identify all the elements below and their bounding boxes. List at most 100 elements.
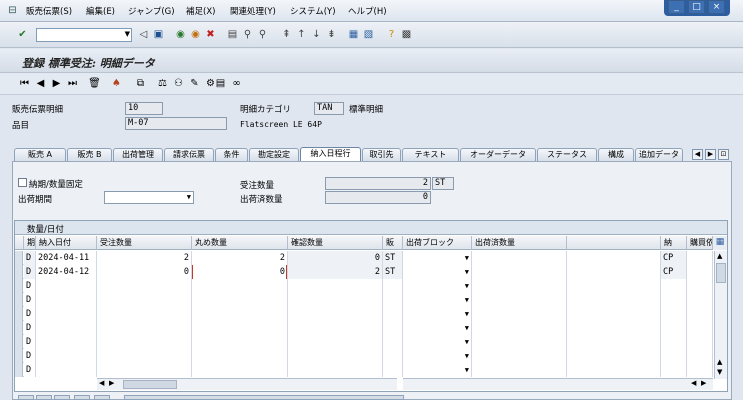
menu-app-icon[interactable]: ⊟ [6,4,19,17]
maximize-icon[interactable]: □ [688,0,705,14]
row-selector[interactable] [15,363,23,377]
menu-environment[interactable]: 関連処理(Y) [230,5,276,17]
cell-delivery-date[interactable] [36,307,97,321]
cell-type[interactable]: D [24,293,36,307]
chevron-down-icon[interactable]: ▼ [187,192,191,203]
cell-type[interactable]: D [24,335,36,349]
cell-round-qty[interactable] [192,363,288,377]
bottom-button-1[interactable] [18,395,34,400]
cell-delivered-qty[interactable] [472,335,567,349]
scroll-bottom-icon[interactable]: ▼ [717,368,722,376]
cell-category[interactable] [661,321,687,335]
table-row[interactable]: D 2024-04-12 0 0 2 ST ▼ CP [15,265,713,279]
row-selector[interactable] [15,349,23,363]
cell-order-qty[interactable] [97,293,192,307]
scroll-right-small-icon[interactable]: ▶ [109,379,114,387]
cell-conf-qty[interactable] [288,321,383,335]
chevron-down-icon[interactable]: ▼ [465,363,469,377]
print-icon[interactable]: ▤ [226,28,239,41]
col-header-category[interactable]: 納 [661,236,687,250]
row-selector[interactable] [15,335,23,349]
table-row[interactable]: D 2024-04-11 2 2 0 ST ▼ CP [15,251,713,265]
table-row[interactable]: D ▼ [15,293,713,307]
scroll-left-icon[interactable]: ◀ [99,379,104,387]
col-header-conf-qty[interactable]: 確認数量 [288,236,383,250]
cell-sales-unit[interactable]: ST [383,265,403,279]
cell-round-qty[interactable] [192,335,288,349]
minimize-icon[interactable]: _ [668,0,685,14]
cell-conf-qty[interactable]: 0 [288,251,383,265]
row-selector[interactable] [15,307,23,321]
next-item-icon[interactable]: ▶ [50,77,63,90]
cell-category[interactable] [661,335,687,349]
cell-delivered-qty[interactable] [472,321,567,335]
col-header-type[interactable]: 期 [24,236,36,250]
row-selector[interactable] [15,321,23,335]
cell-conf-qty[interactable]: 2 [288,265,383,279]
cell-sales-unit[interactable]: ST [383,251,403,265]
cell-purchase-req[interactable] [687,363,713,377]
last-page-icon[interactable]: ⇟ [325,28,338,41]
scroll-up-icon[interactable]: ▲ [717,252,722,260]
first-page-icon[interactable]: ⇞ [280,28,293,41]
cell-delivery-block[interactable]: ▼ [403,279,472,293]
category-field[interactable]: TAN [314,102,344,115]
row-selector[interactable] [15,279,23,293]
table-row[interactable]: D ▼ [15,335,713,349]
chevron-down-icon[interactable]: ▼ [465,279,469,293]
cell-delivered-qty[interactable] [472,307,567,321]
cell-sales-unit[interactable] [383,363,403,377]
cell-round-qty[interactable] [192,349,288,363]
cell-delivered-qty[interactable] [472,349,567,363]
bottom-button-3[interactable] [54,395,70,400]
cell-order-qty[interactable] [97,335,192,349]
cell-blank[interactable] [567,307,661,321]
cell-conf-qty[interactable] [288,335,383,349]
cell-delivery-date[interactable] [36,335,97,349]
cell-type[interactable]: D [24,307,36,321]
schedule-icon[interactable]: ⚇ [172,77,185,90]
cell-blank[interactable] [567,279,661,293]
table-row[interactable]: D ▼ [15,349,713,363]
chevron-down-icon[interactable]: ▼ [465,349,469,363]
cell-round-qty[interactable] [192,321,288,335]
menu-help[interactable]: ヘルプ(H) [348,5,387,17]
cell-purchase-req[interactable] [687,307,713,321]
col-header-round-qty[interactable]: 丸め数量 [192,236,288,250]
cell-blank[interactable] [567,265,661,279]
back-icon[interactable]: ◉ [174,28,187,41]
cell-blank[interactable] [567,335,661,349]
copy-icon[interactable]: ⧉ [134,77,147,90]
tab-schedule-lines[interactable]: 納入日程行 [300,147,361,161]
cell-category[interactable] [661,349,687,363]
cell-conf-qty[interactable] [288,307,383,321]
bottom-button-2[interactable] [36,395,52,400]
prev-page-icon[interactable]: ↑ [295,28,308,41]
cell-order-qty[interactable] [97,349,192,363]
scroll-down-icon[interactable]: ▲ [717,358,722,366]
row-selector[interactable] [15,251,23,265]
table-row[interactable]: D ▼ [15,307,713,321]
cell-order-qty[interactable] [97,321,192,335]
col-header-delivered-qty[interactable]: 出荷済数量 [472,236,567,250]
cell-conf-qty[interactable] [288,293,383,307]
tab-sales-b[interactable]: 販売 B [67,148,112,161]
cell-delivery-block[interactable]: ▼ [403,307,472,321]
table-vertical-scrollbar[interactable]: ▲ ▲ ▼ [714,251,727,379]
chevron-down-icon[interactable]: ▼ [465,321,469,335]
display-icon[interactable]: ♠ [110,77,123,90]
delivered-qty-field[interactable]: 0 [325,191,431,204]
table-horizontal-scrollbar-right[interactable]: ◀ ▶ [403,378,713,390]
row-selector-header[interactable] [15,236,24,250]
cell-order-qty[interactable]: 2 [97,251,192,265]
col-header-purchase-req[interactable]: 購買依 [687,236,713,250]
delete-icon[interactable]: 🗑 [88,77,101,90]
tab-additional-data[interactable]: 追加データ [635,148,683,161]
find-icon[interactable]: ⚲ [241,28,254,41]
bottom-button-5[interactable] [94,395,110,400]
table-row[interactable]: D ▼ [15,321,713,335]
item-field[interactable]: 10 [125,102,163,115]
cell-purchase-req[interactable] [687,293,713,307]
cell-delivery-date[interactable] [36,321,97,335]
scroll-right-icon-2[interactable]: ▶ [701,379,706,387]
